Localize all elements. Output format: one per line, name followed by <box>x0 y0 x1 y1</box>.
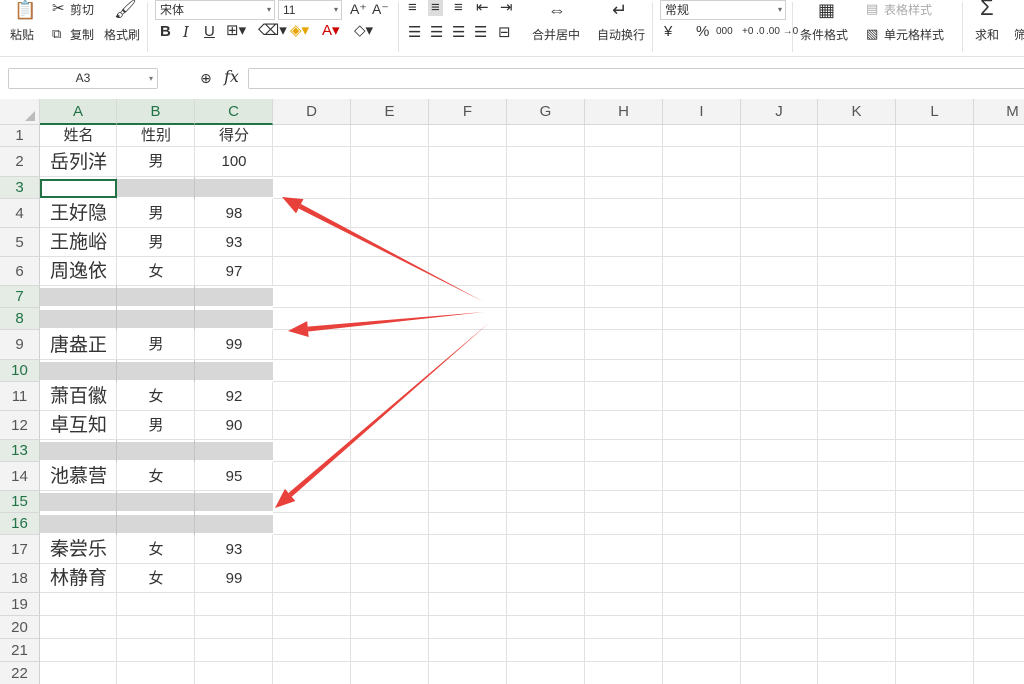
bold-button[interactable]: B <box>160 24 171 40</box>
erase-format-icon[interactable]: ⌫▾ <box>258 23 287 39</box>
zoom-icon[interactable]: ⊕ <box>200 70 212 86</box>
underline-button[interactable]: U <box>204 24 215 40</box>
font-size-select[interactable]: 11 ▾ <box>278 0 342 20</box>
align-bottom-icon[interactable]: ≡ <box>454 0 463 16</box>
fx-button[interactable]: fx <box>224 69 239 85</box>
merge-center-button[interactable]: 合并居中 <box>532 28 580 42</box>
conditional-format-button[interactable]: 条件格式 <box>800 28 848 42</box>
merge-center-icon[interactable]: ⇔ <box>548 1 566 19</box>
copy-button[interactable]: 复制 <box>70 28 94 42</box>
decrease-decimal-button[interactable]: .00 →0 <box>766 24 798 40</box>
italic-button[interactable]: I <box>183 24 189 40</box>
arrow-shaft-1 <box>298 204 484 302</box>
arrow-head-1 <box>282 197 304 214</box>
increase-decimal-button[interactable]: +0 .0 <box>742 24 765 40</box>
align-left-icon[interactable]: ☰ <box>408 25 421 41</box>
font-color-icon[interactable]: A▾ <box>322 23 340 39</box>
arrow-head-2 <box>288 321 309 338</box>
sum-icon[interactable]: Σ <box>980 0 994 19</box>
justify-icon[interactable]: ☰ <box>474 25 487 41</box>
align-middle-icon[interactable]: ≡ <box>428 0 443 16</box>
decrease-font-icon[interactable]: A⁻ <box>372 1 389 17</box>
currency-button[interactable]: ¥ <box>664 24 672 40</box>
paste-button[interactable]: 粘贴 <box>10 28 34 42</box>
arrow-shaft-3 <box>288 322 490 497</box>
font-name-value: 宋体 <box>160 3 185 17</box>
filter-button[interactable]: 筛 <box>1014 28 1024 42</box>
cell-style-button[interactable]: 单元格样式 <box>884 28 944 42</box>
name-box[interactable]: A3 ▾ <box>8 68 158 89</box>
worksheet-grid[interactable]: 姓名 性别 得分 岳列洋男 100 王好隐男 98 王施峪男 93 周逸依女 97 唐盎正男 99 萧百徽… <box>0 99 1024 684</box>
arrow-group <box>275 197 490 508</box>
ribbon-toolbar: 📋 粘贴 ✂ 剪切 ⧉ 复制 🖌 格式刷 宋体 ▾ 11 ▾ A⁺ A⁻ B I U… <box>0 0 1024 57</box>
align-top-icon[interactable]: ≡ <box>408 0 417 16</box>
cut-button[interactable]: 剪切 <box>70 3 94 17</box>
arrow-shaft-2 <box>307 312 484 332</box>
indent-decrease-icon[interactable]: ⇤ <box>476 0 489 16</box>
font-name-select[interactable]: 宋体 ▾ <box>155 0 275 20</box>
wrap-text-button[interactable]: 自动换行 <box>597 28 645 42</box>
table-style-button[interactable]: 表格样式 <box>884 3 932 17</box>
clear-icon[interactable]: ◇▾ <box>354 23 373 39</box>
paste-icon[interactable]: 📋 <box>14 1 36 19</box>
annotation-arrows <box>275 197 490 508</box>
format-painter-icon[interactable]: 🖌 <box>114 0 137 18</box>
format-painter-button[interactable]: 格式刷 <box>104 28 140 42</box>
table-style-icon[interactable]: ▤ <box>866 1 878 17</box>
chevron-down-icon: ▾ <box>148 74 153 83</box>
spreadsheet-app: 📋 粘贴 ✂ 剪切 ⧉ 复制 🖌 格式刷 宋体 ▾ 11 ▾ A⁺ A⁻ B I U… <box>0 0 1024 684</box>
increase-font-icon[interactable]: A⁺ <box>350 1 367 17</box>
chevron-down-icon: ▾ <box>333 5 338 14</box>
conditional-format-icon[interactable]: ▦ <box>818 1 835 19</box>
formula-input[interactable] <box>248 68 1024 89</box>
fill-color-icon[interactable]: ◈▾ <box>290 23 309 39</box>
scissors-icon[interactable]: ✂ <box>52 1 65 17</box>
chevron-down-icon: ▾ <box>266 5 271 14</box>
thousands-button[interactable]: 000 <box>716 24 733 40</box>
name-box-value: A3 <box>75 71 91 85</box>
chevron-down-icon: ▾ <box>777 5 782 14</box>
cell-style-icon[interactable]: ▧ <box>866 26 878 42</box>
copy-icon[interactable]: ⧉ <box>52 26 61 42</box>
number-format-select[interactable]: 常规 ▾ <box>660 0 786 20</box>
align-right-icon[interactable]: ☰ <box>452 25 465 41</box>
font-size-value: 11 <box>283 3 296 17</box>
indent-increase-icon[interactable]: ⇥ <box>500 0 513 16</box>
sum-button[interactable]: 求和 <box>975 28 999 42</box>
align-center-icon[interactable]: ☰ <box>430 25 443 41</box>
borders-icon[interactable]: ⊞▾ <box>226 23 246 39</box>
wrap-text-icon[interactable]: ↵ <box>612 1 627 19</box>
percent-button[interactable]: % <box>696 24 709 40</box>
number-format-value: 常规 <box>665 3 690 17</box>
distribute-icon[interactable]: ⊟ <box>498 25 511 41</box>
